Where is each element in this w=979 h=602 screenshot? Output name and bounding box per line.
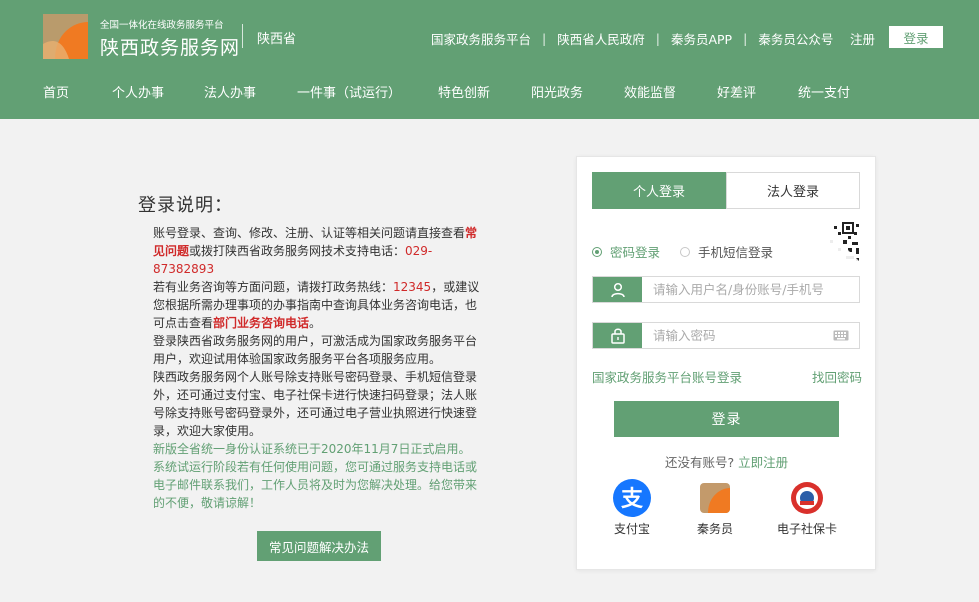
alipay-icon: 支 (613, 479, 651, 517)
lock-icon (593, 323, 642, 348)
user-icon (593, 277, 642, 302)
site-header: 全国一体化在线政务服务平台 陕西政务服务网 陕西省 国家政务服务平台 | 陕西省… (0, 0, 979, 119)
no-account-text: 还没有账号? (665, 455, 735, 470)
hotline-number: 12345 (393, 280, 432, 294)
nav-innovation[interactable]: 特色创新 (438, 82, 490, 101)
sms-login-option[interactable]: 手机短信登录 (680, 242, 773, 261)
system-notice: 新版全省统一身份认证系统已于2020年11月7日正式启用。系统试运行阶段若有任何… (153, 442, 478, 510)
tab-personal-login[interactable]: 个人登录 (592, 172, 726, 209)
top-link-app[interactable]: 秦务员APP (671, 29, 732, 48)
instructions-body: 账号登录、查询、修改、注册、认证等相关问题请直接查看常见问题或拨打陕西省政务服务… (153, 224, 480, 512)
qinwuyuan-label: 秦务员 (696, 522, 733, 536)
top-links: 国家政务服务平台 | 陕西省人民政府 | 秦务员APP | 秦务员公众号 (431, 29, 833, 48)
svg-text:支: 支 (621, 487, 644, 512)
qinwuyuan-login[interactable]: 秦务员 (696, 479, 734, 537)
username-field (592, 276, 860, 303)
logo-divider (242, 24, 243, 48)
login-submit-button[interactable]: 登录 (614, 401, 839, 437)
top-link-separator: | (655, 31, 660, 46)
sms-login-label: 手机短信登录 (698, 245, 774, 260)
instructions-text: 若有业务咨询等方面问题，请拨打政务热线： (153, 280, 394, 294)
nav-one-thing[interactable]: 一件事（试运行） (297, 82, 401, 101)
region-selector[interactable]: 陕西省 (257, 28, 296, 47)
nav-efficiency-supervision[interactable]: 效能监督 (624, 82, 676, 101)
top-link-separator: | (743, 31, 748, 46)
social-security-card-login[interactable]: 电子社保卡 (777, 479, 837, 537)
instructions-paragraph: 若有业务咨询等方面问题，请拨打政务热线：12345，或建议您根据所需办理事项的办… (153, 278, 480, 332)
instructions-paragraph: 陕西政务服务网个人账号除支持账号密码登录、手机短信登录外，还可通过支付宝、电子社… (153, 370, 478, 438)
national-platform-login-link[interactable]: 国家政务服务平台账号登录 (592, 367, 742, 386)
site-logo-icon[interactable] (43, 14, 88, 59)
header-login-button[interactable]: 登录 (889, 26, 943, 48)
alipay-label: 支付宝 (613, 522, 650, 536)
nav-unified-payment[interactable]: 统一支付 (798, 82, 850, 101)
platform-tagline: 全国一体化在线政务服务平台 (100, 20, 224, 31)
qr-code-login-icon[interactable] (818, 220, 860, 262)
instructions-paragraph: 账号登录、查询、修改、注册、认证等相关问题请直接查看常见问题或拨打陕西省政务服务… (153, 224, 480, 278)
nav-home[interactable]: 首页 (43, 82, 69, 101)
instructions-title: 登录说明： (138, 195, 233, 216)
radio-unselected-icon (680, 246, 690, 257)
header-register-link[interactable]: 注册 (850, 29, 875, 48)
department-phone-link[interactable]: 部门业务咨询电话 (213, 316, 309, 330)
site-name[interactable]: 陕西政务服务网 (100, 33, 240, 60)
forgot-password-link[interactable]: 找回密码 (812, 367, 862, 386)
nav-legal-affairs[interactable]: 法人办事 (204, 82, 256, 101)
no-account-prompt: 还没有账号? 立即注册 (665, 452, 788, 471)
social-security-card-label: 电子社保卡 (777, 522, 838, 536)
faq-solutions-button[interactable]: 常见问题解决办法 (257, 531, 381, 561)
top-link-national-platform[interactable]: 国家政务服务平台 (431, 29, 531, 48)
radio-selected-icon (592, 246, 602, 257)
password-field (592, 322, 860, 349)
alipay-login[interactable]: 支 支付宝 (613, 479, 651, 537)
register-now-link[interactable]: 立即注册 (738, 455, 788, 470)
username-input[interactable] (653, 281, 828, 298)
password-login-option[interactable]: 密码登录 (592, 242, 660, 261)
nav-evaluation[interactable]: 好差评 (717, 82, 756, 101)
social-security-card-icon (791, 482, 823, 514)
keyboard-icon[interactable] (833, 330, 849, 341)
instructions-text: 或拨打陕西省政务服务网技术支持电话： (189, 244, 406, 258)
top-link-wechat[interactable]: 秦务员公众号 (758, 29, 833, 48)
top-link-separator: | (542, 31, 547, 46)
nav-personal-affairs[interactable]: 个人办事 (112, 82, 164, 101)
qinwuyuan-icon (700, 483, 730, 513)
instructions-text: 。 (309, 316, 322, 330)
password-input[interactable] (653, 327, 828, 344)
nav-open-government[interactable]: 阳光政务 (531, 82, 583, 101)
top-link-provincial-government[interactable]: 陕西省人民政府 (557, 29, 645, 48)
tab-legal-login[interactable]: 法人登录 (726, 172, 860, 209)
instructions-paragraph: 登录陕西省政务服务网的用户，可激活成为国家政务服务平台用户，欢迎试用体验国家政务… (153, 334, 478, 366)
instructions-text: 账号登录、查询、修改、注册、认证等相关问题请直接查看 (153, 226, 466, 240)
password-login-label: 密码登录 (610, 245, 661, 260)
